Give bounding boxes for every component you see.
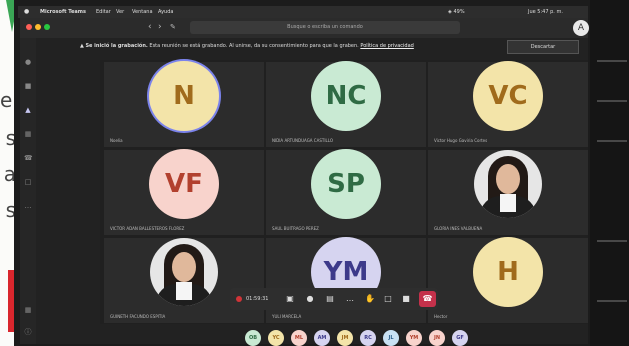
participant-initials: VF [149, 149, 219, 219]
bezel-fragment [597, 300, 627, 302]
participant-avatar[interactable]: ML [291, 330, 307, 346]
clock: Jue 5:47 p. m. [528, 9, 563, 15]
profile-avatar[interactable]: A [573, 20, 589, 36]
bezel-fragment [597, 100, 627, 102]
menu-editar[interactable]: Editar [96, 6, 111, 18]
bezel-fragment [597, 60, 627, 62]
participant-name: Victor Hugo Gaviria Cortes [434, 138, 488, 143]
call-timer: 01:59:31 [246, 296, 269, 302]
menu-ayuda[interactable]: Ayuda [158, 6, 173, 18]
recording-dot-icon [236, 296, 242, 302]
participant-name: GLORIA INES VALBUENA [434, 226, 483, 231]
participant-avatar[interactable]: RC [360, 330, 376, 346]
participants-icon[interactable]: ■ [400, 293, 412, 305]
participant-avatar[interactable]: JM [337, 330, 353, 346]
close-window-icon[interactable] [26, 24, 32, 30]
more-apps-icon[interactable]: … [24, 202, 32, 210]
recording-started-label: Se inició la grabación. [85, 43, 148, 49]
share-screen-icon[interactable]: ▤ [324, 293, 336, 305]
call-controls: 01:59:31 ▣ ● ▤ … ✋ □ ■ ☎ [230, 288, 438, 310]
participant-avatar[interactable]: JN [429, 330, 445, 346]
participant-initials: NC [311, 61, 381, 131]
participant-name: Noelia [110, 138, 123, 143]
participant-name: VICTOR ADAN BALLESTEROS FLOREZ [110, 226, 185, 231]
video-stage: N Noelia NC NIDIA ARTUNDUAGA CASTILLO VC Vict… [100, 60, 588, 324]
participant-video [474, 150, 542, 218]
participant-tile[interactable]: GLORIA INES VALBUENA [428, 150, 588, 235]
participant-tile[interactable]: SP SAUL BUITRAGO PEREZ [266, 149, 426, 235]
participant-name: YULI MARCELA [272, 314, 302, 319]
hang-up-button[interactable]: ☎ [419, 291, 436, 307]
microphone-icon[interactable]: ● [304, 293, 316, 305]
files-icon[interactable]: □ [24, 178, 32, 186]
calendar-icon[interactable]: ▦ [24, 130, 32, 138]
forward-icon[interactable]: › [158, 22, 162, 32]
teams-window: ‹ › ✎ Busque o escriba un comando A ● ■ … [20, 18, 589, 346]
chat-icon[interactable]: ■ [24, 82, 32, 90]
menubar: ● Microsoft Teams Editar Ver Ventana Ayu… [18, 6, 588, 18]
participant-initials: SP [311, 149, 381, 219]
teams-icon[interactable]: ▲ [24, 106, 32, 114]
more-options-icon[interactable]: … [344, 293, 356, 305]
participant-tile[interactable]: YM YULI MARCELA [266, 237, 426, 323]
participant-name: Hector [434, 314, 448, 319]
menu-ver[interactable]: Ver [116, 6, 124, 18]
apps-icon[interactable]: ▦ [24, 306, 32, 314]
apple-icon[interactable]: ● [24, 6, 29, 18]
bezel-fragment [597, 240, 627, 242]
menu-ventana[interactable]: Ventana [132, 6, 153, 18]
calls-icon[interactable]: ☎ [24, 154, 33, 162]
recording-banner: ▲ Se inició la grabación. Esta reunión s… [80, 39, 580, 53]
participant-video [150, 238, 218, 306]
participant-name: GUINETH FACUNDO ESPITIA [110, 314, 166, 319]
participant-avatar[interactable]: OB [245, 330, 261, 346]
participant-avatar[interactable]: JL [383, 330, 399, 346]
privacy-policy-link[interactable]: Política de privacidad [360, 43, 413, 49]
participant-tile[interactable]: VC Victor Hugo Gaviria Cortes [428, 61, 588, 147]
app-name[interactable]: Microsoft Teams [40, 6, 86, 18]
participant-initials: N [149, 61, 219, 131]
left-app-rail: ● ■ ▲ ▦ ☎ □ … ▦ ⓘ [20, 38, 36, 344]
participant-tile[interactable]: VF VICTOR ADAN BALLESTEROS FLOREZ [104, 149, 264, 235]
activity-icon[interactable]: ● [24, 58, 32, 66]
minimize-window-icon[interactable] [35, 24, 41, 30]
chat-panel-icon[interactable]: □ [382, 293, 394, 305]
phone-hangup-icon: ☎ [422, 294, 433, 303]
dismiss-button[interactable]: Descartar [507, 40, 579, 54]
recording-notice: Esta reunión se está grabando. Al unirse… [149, 43, 359, 49]
battery-percent: 49% [453, 9, 465, 15]
title-bar: ‹ › ✎ Busque o escriba un comando A [20, 18, 589, 38]
bezel-fragment [597, 140, 627, 142]
participant-avatar[interactable]: YC [268, 330, 284, 346]
participant-tile[interactable]: N Noelia [104, 61, 264, 147]
help-icon[interactable]: ⓘ [24, 328, 32, 336]
participant-initials: H [473, 237, 543, 307]
participant-name: NIDIA ARTUNDUAGA CASTILLO [272, 138, 333, 143]
compose-icon[interactable]: ✎ [170, 23, 176, 31]
participant-tile[interactable]: H Hector [428, 237, 588, 323]
camera-icon[interactable]: ▣ [284, 293, 296, 305]
participant-avatar[interactable]: YM [406, 330, 422, 346]
battery-status: ◈ 49% [448, 6, 465, 18]
right-bezel [590, 0, 629, 346]
participant-tile[interactable]: NC NIDIA ARTUNDUAGA CASTILLO [266, 61, 426, 147]
participant-avatar[interactable]: GF [452, 330, 468, 346]
participant-tile[interactable]: GUINETH FACUNDO ESPITIA [104, 238, 264, 323]
participant-name: SAUL BUITRAGO PEREZ [272, 226, 319, 231]
wifi-icon: ◈ [448, 9, 452, 15]
recording-info-icon: ▲ [80, 43, 84, 49]
participant-avatar[interactable]: AM [314, 330, 330, 346]
raise-hand-icon[interactable]: ✋ [364, 293, 376, 305]
participant-initials: VC [473, 61, 543, 131]
zoom-window-icon[interactable] [44, 24, 50, 30]
back-icon[interactable]: ‹ [148, 22, 152, 32]
search-input[interactable]: Busque o escriba un comando [190, 21, 460, 34]
